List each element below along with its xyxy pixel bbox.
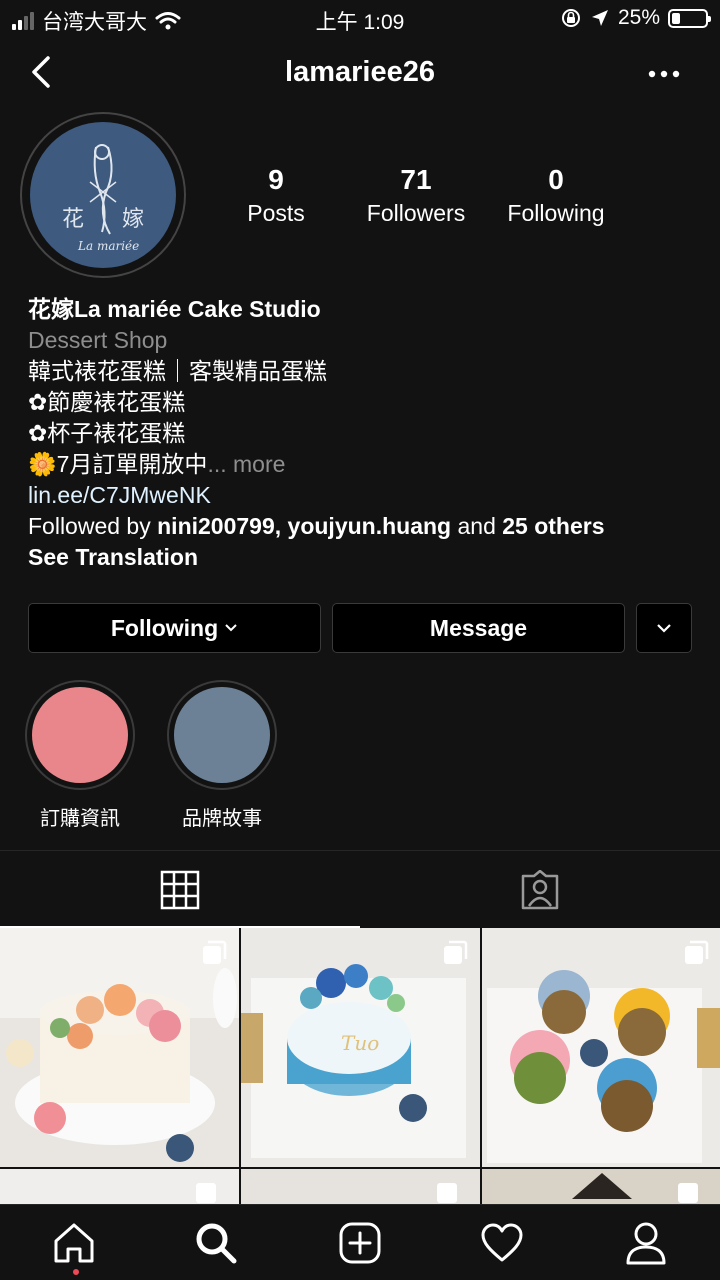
bio-link[interactable]: lin.ee/C7JMweNK (28, 480, 698, 511)
posts-grid: Tuo (0, 928, 720, 1204)
profile-header: lamariee26 (0, 40, 720, 106)
carousel-icon (444, 940, 468, 964)
username-title: lamariee26 (285, 56, 435, 88)
location-icon (591, 10, 608, 26)
tab-posts-grid[interactable] (0, 851, 360, 929)
bio-line: ✿節慶裱花蛋糕 (28, 389, 186, 415)
stat-following-label: Following (507, 200, 605, 226)
stat-posts-label: Posts (247, 200, 305, 226)
stat-following[interactable]: 0 Following (486, 162, 626, 228)
carousel-icon (203, 940, 227, 964)
grid-icon (160, 870, 200, 910)
message-button-label: Message (429, 614, 528, 641)
profile-avatar[interactable]: 花 嫁 La mariée (20, 112, 186, 278)
suggested-accounts-button[interactable] (636, 603, 692, 653)
followed-by[interactable]: Followed by nini200799, youjyun.huang an… (28, 511, 698, 542)
carousel-icon (685, 940, 709, 964)
svg-text:La mariée: La mariée (77, 239, 139, 253)
stat-followers-label: Followers (366, 200, 466, 226)
post-thumbnail[interactable] (241, 1169, 480, 1204)
rotation-lock-icon (561, 9, 580, 27)
svg-text:Tuo: Tuo (341, 1031, 379, 1055)
stat-followers-count: 71 (400, 164, 432, 195)
bio-line: 🌼7月訂單開放中 (28, 451, 208, 477)
avatar-logo: 花 嫁 La mariée (30, 122, 176, 268)
svg-text:嫁: 嫁 (122, 207, 144, 232)
stat-following-count: 0 (548, 164, 564, 195)
highlight-ring (25, 680, 135, 790)
followed-by-users: nini200799, youjyun.huang (157, 513, 452, 539)
notification-dot (73, 1269, 79, 1275)
highlight-cover (174, 687, 270, 783)
chevron-down-icon (657, 624, 671, 633)
post-thumbnail[interactable] (0, 928, 239, 1167)
profile-tabs (0, 850, 720, 928)
followed-by-prefix: Followed by (28, 513, 158, 539)
stat-followers[interactable]: 71 Followers (346, 162, 486, 228)
profile-icon (626, 1222, 666, 1265)
tagged-person-icon (521, 870, 559, 910)
bio-line-with-more: 🌼7月訂單開放中... more (28, 449, 698, 480)
search-icon (196, 1223, 237, 1264)
stat-posts-count: 9 (268, 164, 284, 195)
tab-tagged[interactable] (360, 851, 720, 929)
profile-actions: Following Message (28, 603, 692, 653)
nav-search[interactable] (144, 1205, 288, 1280)
following-button[interactable]: Following (28, 603, 321, 653)
stat-posts[interactable]: 9 Posts (206, 162, 346, 228)
more-link[interactable]: ... more (207, 451, 285, 477)
highlight-label: 品牌故事 (182, 808, 262, 830)
profile-category[interactable]: Dessert Shop (28, 325, 698, 356)
chevron-down-icon (225, 624, 237, 632)
svg-text:花: 花 (62, 207, 84, 232)
profile-name: 花嫁La mariée Cake Studio (28, 296, 321, 322)
see-translation-link[interactable]: See Translation (28, 544, 198, 570)
post-thumbnail[interactable] (0, 1169, 239, 1204)
post-thumbnail[interactable] (482, 1169, 720, 1204)
more-options-icon[interactable] (644, 64, 684, 84)
battery-percent: 25% (617, 6, 660, 29)
highlight-item[interactable]: 訂購資訊 (24, 680, 136, 831)
bio-line: 韓式裱花蛋糕｜客製精品蛋糕 (28, 358, 327, 384)
post-thumbnail[interactable]: Tuo (241, 928, 480, 1167)
following-button-label: Following (110, 614, 219, 641)
post-thumbnail[interactable] (482, 928, 720, 1167)
status-right: 25% (560, 6, 711, 30)
profile-stats: 9 Posts 71 Followers 0 Following (206, 162, 626, 228)
highlight-cover (32, 687, 128, 783)
nav-new-post[interactable] (288, 1205, 432, 1280)
nav-profile[interactable] (574, 1205, 718, 1280)
heart-icon (481, 1223, 523, 1262)
followed-by-middle: and (451, 513, 503, 539)
battery-icon (668, 8, 711, 28)
status-bar: 台湾大哥大 上午 1:09 25% (0, 0, 720, 40)
nav-activity[interactable] (430, 1205, 574, 1280)
highlight-ring (167, 680, 277, 790)
followed-by-others: 25 others (502, 513, 605, 539)
highlight-item[interactable]: 品牌故事 (166, 680, 278, 831)
story-highlights: 訂購資訊 品牌故事 (24, 680, 696, 830)
nav-home[interactable] (2, 1205, 146, 1280)
home-icon (54, 1223, 94, 1263)
highlight-label: 訂購資訊 (40, 808, 120, 830)
message-button[interactable]: Message (332, 603, 625, 653)
add-post-icon (339, 1222, 381, 1264)
bio-line: ✿杯子裱花蛋糕 (28, 420, 186, 446)
profile-bio: 花嫁La mariée Cake Studio Dessert Shop 韓式裱… (28, 294, 698, 573)
bottom-navigation (0, 1204, 720, 1280)
